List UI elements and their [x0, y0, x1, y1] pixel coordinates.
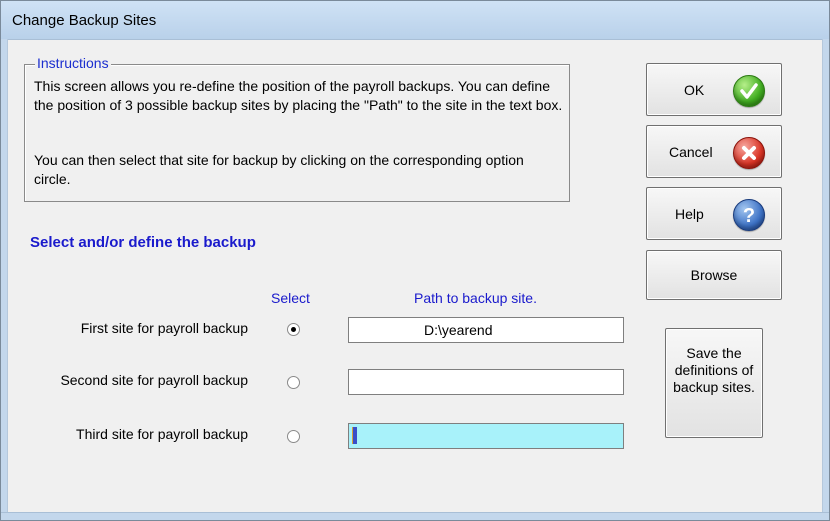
title-bar: Change Backup Sites [1, 1, 829, 40]
cancel-button-label: Cancel [669, 144, 713, 160]
instructions-legend: Instructions [35, 55, 111, 71]
window-title: Change Backup Sites [12, 12, 157, 29]
change-backup-sites-dialog: Change Backup Sites Instructions This sc… [0, 0, 830, 521]
second-site-label: Second site for payroll backup [60, 372, 248, 388]
third-site-path-input[interactable] [348, 423, 624, 449]
instructions-paragraph-2: You can then select that site for backup… [34, 152, 524, 187]
help-button-label: Help [675, 206, 704, 222]
svg-text:?: ? [743, 205, 755, 227]
question-icon: ? [733, 199, 765, 231]
instructions-paragraph-1: This screen allows you re-define the pos… [34, 78, 563, 113]
help-button[interactable]: Help ? [646, 187, 782, 240]
browse-button[interactable]: Browse [646, 250, 782, 300]
save-definitions-label: Save the definitions of backup sites. [673, 345, 755, 395]
first-site-radio[interactable] [287, 323, 300, 336]
text-cursor [352, 427, 357, 444]
save-definitions-button[interactable]: Save the definitions of backup sites. [665, 328, 763, 438]
third-site-label: Third site for payroll backup [76, 426, 248, 442]
cancel-button[interactable]: Cancel [646, 125, 782, 178]
section-heading: Select and/or define the backup [30, 234, 256, 251]
check-icon [733, 75, 765, 107]
x-icon [733, 137, 765, 169]
ok-button[interactable]: OK [646, 63, 782, 116]
path-column-header: Path to backup site. [414, 290, 537, 306]
second-site-radio[interactable] [287, 376, 300, 389]
ok-button-label: OK [684, 82, 705, 98]
first-site-label: First site for payroll backup [80, 320, 248, 336]
instructions-group: Instructions This screen allows you re-d… [24, 55, 570, 202]
select-column-header: Select [271, 290, 310, 306]
window-frame-left [1, 39, 8, 520]
first-site-path-input[interactable] [348, 317, 624, 343]
window-frame-right [822, 39, 829, 520]
third-site-radio[interactable] [287, 430, 300, 443]
window-frame-bottom [1, 512, 829, 520]
second-site-path-input[interactable] [348, 369, 624, 395]
browse-button-label: Browse [690, 267, 738, 283]
